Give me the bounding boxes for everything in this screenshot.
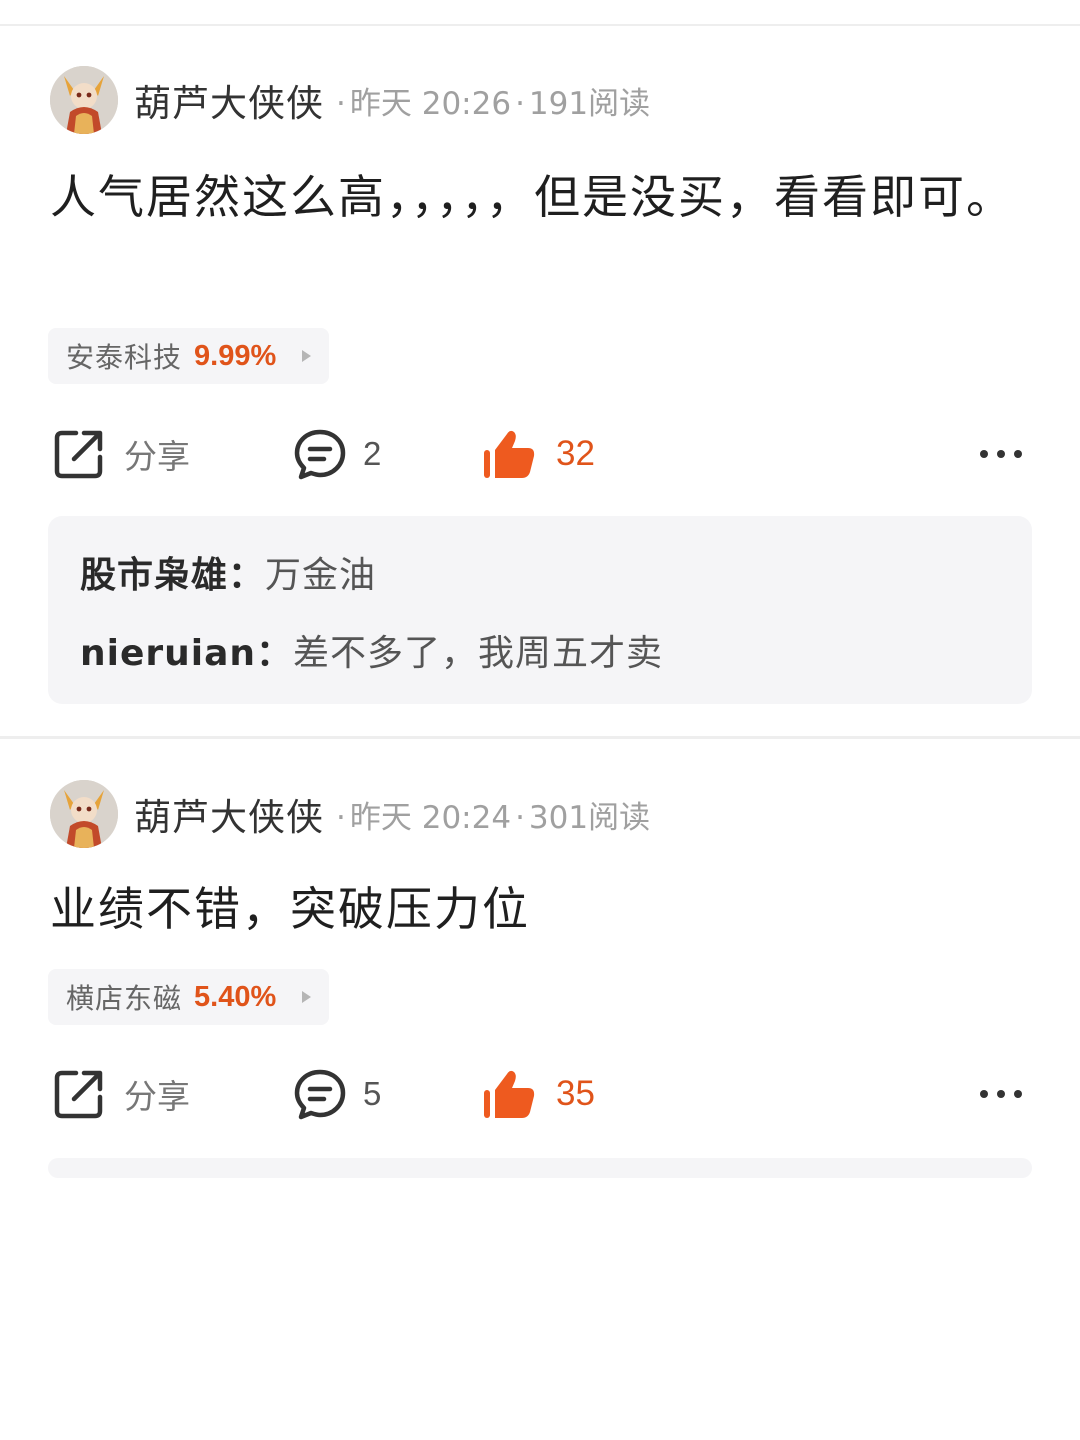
stock-arrow-icon [302,991,312,1003]
share-label: 分享 [124,1077,190,1116]
reply-list [48,1158,1032,1178]
author-name[interactable]: 葫芦大侠侠 [134,73,324,127]
post-time: 20:26 [421,85,512,122]
reply-item[interactable]: nieruian：差不多了，我周五才卖 [80,624,663,676]
reply-item[interactable]: 股市枭雄：万金油 [80,546,376,598]
more-icon [980,1090,1022,1098]
reply-user[interactable]: nieruian [80,633,256,674]
comment-icon [294,1069,346,1120]
comment-icon [294,429,346,480]
like-button[interactable]: 32 [482,424,595,484]
post-meta: · 昨天 20:26 · 191阅读 [336,85,651,122]
post-day: 昨天 [349,799,412,836]
stock-change: 5.40% [194,980,277,1013]
read-count: 301阅读 [528,799,651,836]
thumbs-up-icon [484,430,535,478]
more-button[interactable] [976,424,1026,484]
action-bar: 分享 5 35 [50,1064,1030,1124]
post-meta: · 昨天 20:24 · 301阅读 [336,799,651,836]
stock-change: 9.99% [194,339,277,372]
more-button[interactable] [976,1064,1026,1124]
stock-tag[interactable]: 横店东磁 5.40% [48,969,330,1025]
comment-count: 5 [363,1075,382,1112]
share-label: 分享 [124,437,190,476]
more-icon [980,450,1022,458]
post-header: 葫芦大侠侠 · 昨天 20:24 · 301阅读 [50,780,650,848]
reply-list: 股市枭雄：万金油 nieruian：差不多了，我周五才卖 [48,516,1032,704]
avatar[interactable] [50,780,118,848]
post-day: 昨天 [349,85,412,122]
comment-button[interactable]: 2 [293,424,381,484]
author-name[interactable]: 葫芦大侠侠 [134,787,324,841]
read-count: 191阅读 [528,85,651,122]
share-button[interactable]: 分享 [52,1064,190,1124]
post-header: 葫芦大侠侠 · 昨天 20:26 · 191阅读 [50,66,650,134]
comment-count: 2 [363,435,382,472]
action-bar: 分享 2 32 [50,424,1030,484]
post-card[interactable]: 葫芦大侠侠 · 昨天 20:24 · 301阅读 业绩不错，突破压力位 横店东磁 5.… [0,740,1080,1440]
post-content[interactable]: 人气居然这么高，，，，，但是没买，看看即可。 [50,162,1030,232]
stock-arrow-icon [302,350,312,362]
avatar-image [50,780,118,848]
share-button[interactable]: 分享 [52,424,190,484]
avatar[interactable] [50,66,118,134]
reply-separator: ： [256,633,294,674]
comment-button[interactable]: 5 [293,1064,381,1124]
stock-name: 安泰科技 [66,341,183,374]
post-divider [0,736,1080,739]
post-time: 20:24 [421,799,512,836]
post-content[interactable]: 业绩不错，突破压力位 [50,874,1030,944]
like-button[interactable]: 35 [482,1064,595,1124]
avatar-image [50,66,118,134]
reply-user[interactable]: 股市枭雄 [80,555,228,596]
share-icon [54,1070,103,1119]
thumbs-up-icon [484,1070,535,1118]
stock-tag[interactable]: 安泰科技 9.99% [48,328,330,384]
like-count: 35 [556,1074,595,1113]
reply-separator: ： [228,555,266,596]
post-card[interactable]: 葫芦大侠侠 · 昨天 20:26 · 191阅读 人气居然这么高，，，，，但是没买，看… [0,26,1080,726]
reply-text: 万金油 [265,555,377,596]
stock-name: 横店东磁 [66,982,183,1015]
like-count: 32 [556,434,595,473]
share-icon [54,430,103,479]
reply-text: 差不多了，我周五才卖 [293,633,664,674]
